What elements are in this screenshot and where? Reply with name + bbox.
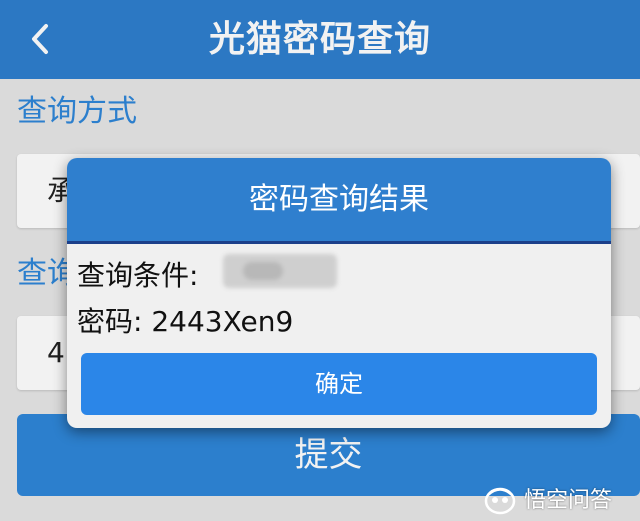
- query-condition-text: 查询条件:: [77, 259, 199, 292]
- redacted-value: [223, 254, 337, 288]
- password-value: 2443Xen9: [151, 305, 294, 338]
- confirm-button-label: 确定: [315, 370, 363, 398]
- wukong-logo-icon: [484, 487, 516, 515]
- watermark-text: 悟空问答: [524, 488, 613, 513]
- result-dialog: 密码查询结果 查询条件: 密码: 2443Xen9 确定: [67, 158, 611, 428]
- query-condition-line: 查询条件:: [77, 254, 198, 294]
- dialog-title: 密码查询结果: [249, 182, 429, 217]
- password-label: 密码:: [77, 305, 143, 338]
- password-line: 密码: 2443Xen9: [77, 300, 293, 340]
- confirm-button[interactable]: 确定: [81, 353, 597, 415]
- dialog-header: 密码查询结果: [67, 158, 611, 244]
